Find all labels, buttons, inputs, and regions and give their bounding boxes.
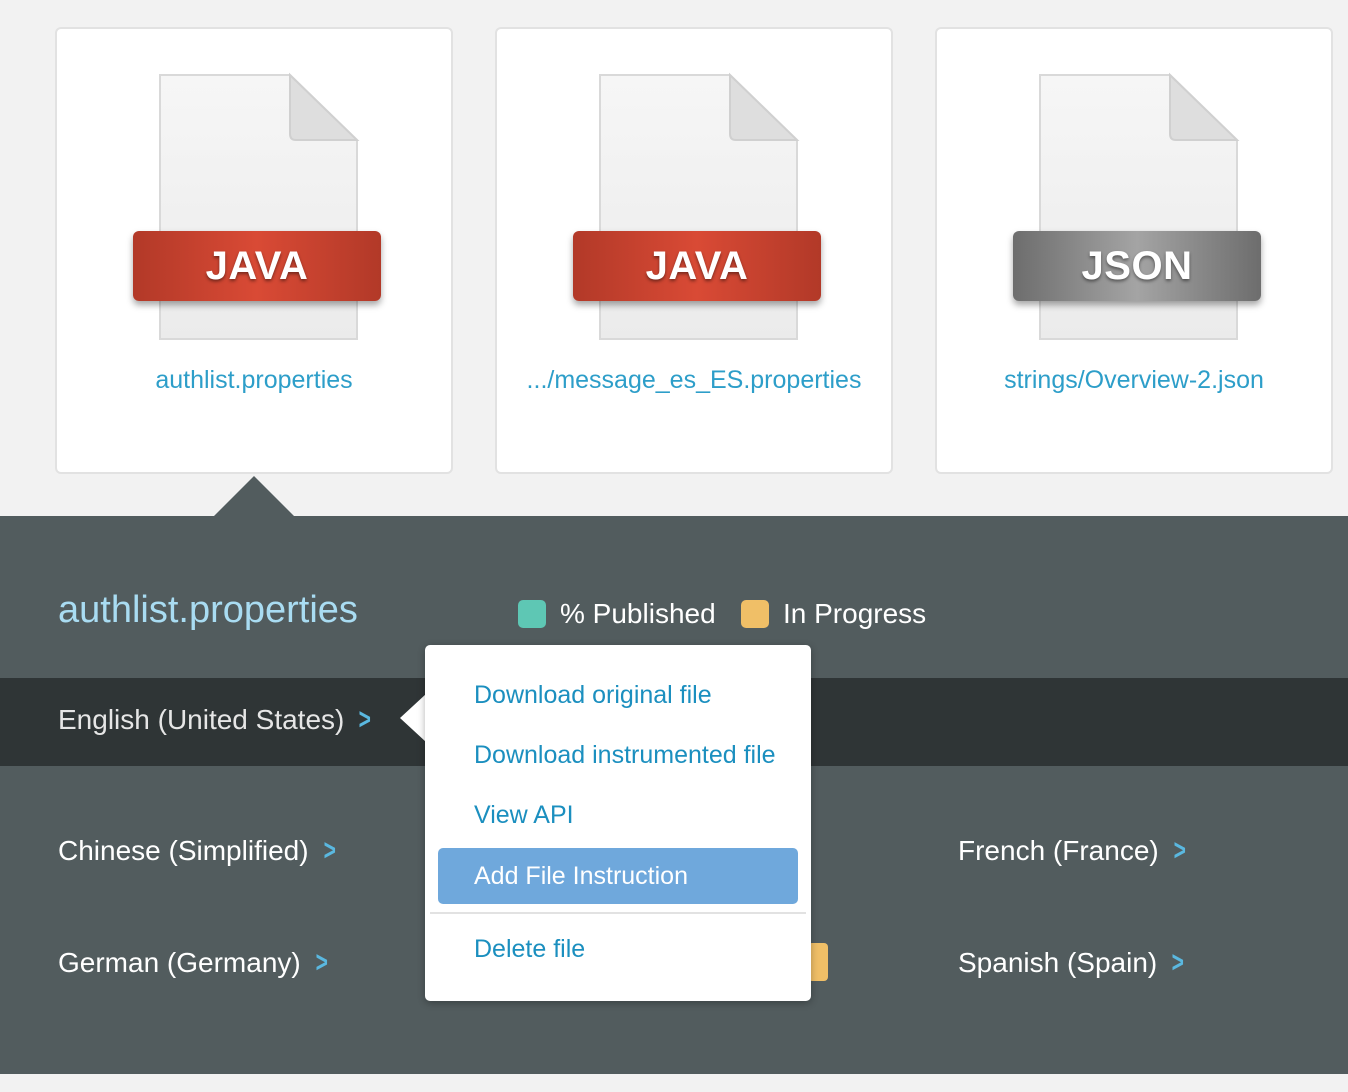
file-icon <box>157 72 360 342</box>
file-card-authlist[interactable]: JAVA authlist.properties <box>55 27 453 474</box>
file-name-link[interactable]: authlist.properties <box>57 366 451 395</box>
language-item-german[interactable]: German (Germany) > <box>58 946 330 980</box>
chevron-right-icon: > <box>1173 834 1186 867</box>
menu-item-delete-file[interactable]: Delete file <box>438 921 798 977</box>
menu-item-download-original[interactable]: Download original file <box>438 667 798 723</box>
language-label: English (United States) <box>58 704 345 735</box>
legend-in-progress: In Progress <box>741 598 926 630</box>
source-language-item[interactable]: English (United States) > <box>58 703 374 737</box>
language-label: German (Germany) <box>58 947 301 978</box>
file-icon <box>597 72 800 342</box>
panel-title: authlist.properties <box>58 589 358 631</box>
menu-item-download-instrumented[interactable]: Download instrumented file <box>438 727 798 783</box>
legend-label: % Published <box>560 598 716 629</box>
language-item-french[interactable]: French (France) > <box>958 834 1188 868</box>
panel-pointer <box>214 476 294 516</box>
file-name-link[interactable]: strings/Overview-2.json <box>937 366 1331 395</box>
language-label: Spanish (Spain) <box>958 947 1158 978</box>
menu-item-add-file-instruction[interactable]: Add File Instruction <box>438 848 798 904</box>
chevron-right-icon: > <box>358 703 372 736</box>
file-type-badge: JAVA <box>133 231 381 301</box>
legend-swatch-in-progress <box>741 600 769 628</box>
chevron-right-icon: > <box>315 946 328 979</box>
file-actions-menu: Download original file Download instrume… <box>425 645 811 1001</box>
menu-item-view-api[interactable]: View API <box>438 787 798 843</box>
legend-label: In Progress <box>783 598 927 629</box>
file-name-link[interactable]: .../message_es_ES.properties <box>497 366 891 395</box>
language-item-chinese[interactable]: Chinese (Simplified) > <box>58 834 338 868</box>
file-card-message-es[interactable]: JAVA .../message_es_ES.properties <box>495 27 893 474</box>
file-card-overview-json[interactable]: JSON strings/Overview-2.json <box>935 27 1333 474</box>
language-label: Chinese (Simplified) <box>58 835 309 866</box>
progress-badge <box>808 943 828 981</box>
menu-arrow <box>400 694 426 742</box>
file-type-badge: JAVA <box>573 231 821 301</box>
chevron-right-icon: > <box>1171 946 1185 979</box>
legend-swatch-published <box>518 600 546 628</box>
legend-published: % Published <box>518 598 716 630</box>
language-label: French (France) <box>958 835 1159 866</box>
file-type-badge: JSON <box>1013 231 1261 301</box>
menu-divider <box>430 912 806 914</box>
language-item-spanish[interactable]: Spanish (Spain) > <box>958 946 1187 980</box>
chevron-right-icon: > <box>323 834 336 867</box>
file-icon <box>1037 72 1240 342</box>
